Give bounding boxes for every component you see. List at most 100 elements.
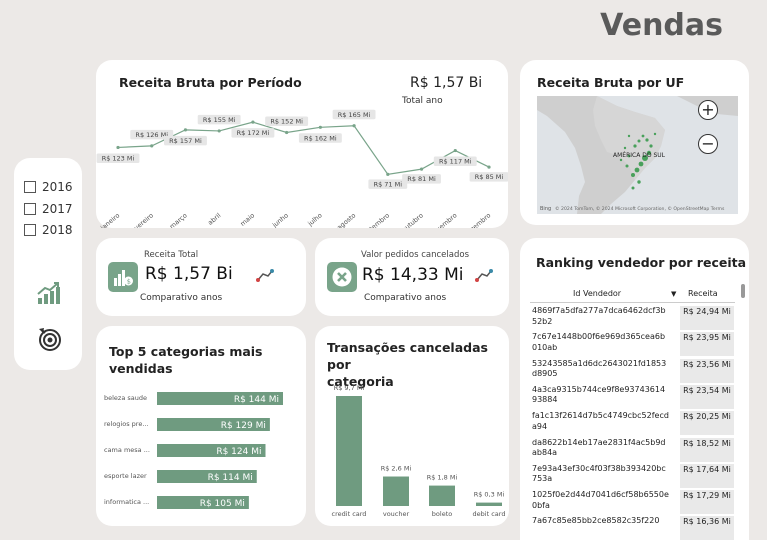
revenue-point-junho	[285, 130, 289, 135]
table-row[interactable]: fa1c13f2614d7b5c4749cbc52fecda94 R$ 20,25…	[530, 409, 735, 436]
table-row[interactable]: 4a3ca9315b744ce9f8e9374361493884 R$ 23,54…	[530, 383, 735, 409]
trend-sparkline-icon	[256, 269, 274, 282]
map-label: AMÉRICA DO SUL	[613, 151, 666, 159]
seller-revenue-cell: R$ 23,54 Mi	[680, 384, 734, 409]
ranking-scrollbar[interactable]	[741, 284, 745, 298]
revenue-point-março	[183, 128, 188, 132]
year-checkbox-2016[interactable]	[24, 181, 36, 193]
revenue-label-text: R$ 85 Mi	[475, 173, 504, 181]
revenue-point-julho	[318, 125, 322, 129]
category-value-label: R$ 144 Mi	[234, 395, 279, 405]
year-label-2018: 2018	[42, 223, 73, 237]
cancel-bar	[476, 502, 502, 506]
year-option-2018[interactable]: 2018	[24, 223, 73, 237]
year-checkbox-2018[interactable]	[24, 224, 36, 236]
revenue-point-fevereiro	[150, 144, 154, 148]
seller-id-cell: 7c67e1448b00f6e969d365cea6b010ab	[532, 332, 666, 352]
seller-id-cell: 7a67c85e85bb2ce8582c35f220	[532, 516, 660, 526]
year-checkbox-2017[interactable]	[24, 203, 36, 215]
map-zoom-out-button[interactable]: −	[698, 134, 718, 154]
cancel-value-label: R$ 2,6 Mi	[381, 465, 412, 473]
category-label: informatica ...	[104, 498, 149, 506]
seller-revenue-cell: R$ 18,52 Mi	[680, 437, 734, 462]
col-header-revenue[interactable]: Receita	[688, 289, 718, 298]
ranking-table-header: Id Vendedor ▼ Receita	[530, 285, 735, 303]
year-option-2016[interactable]: 2016	[24, 180, 73, 194]
table-row[interactable]: 7c67e1448b00f6e969d365cea6b010ab R$ 23,95…	[530, 330, 735, 357]
seller-id-cell: 4869f7a5dfa277a7dca6462dcf3b52b2	[532, 306, 666, 326]
cancel-value-label: R$ 9,7 Mi	[334, 384, 365, 392]
zoom-in-icon: +	[701, 100, 715, 119]
revenue-label-text: R$ 155 Mi	[203, 116, 236, 124]
category-label: beleza saude	[104, 394, 147, 402]
revenue-data-label: R$ 117 Mi	[433, 156, 477, 167]
revenue-point-agosto	[352, 124, 356, 128]
growth-chart-icon[interactable]	[36, 280, 62, 306]
seller-id-cell: fa1c13f2614d7b5c4749cbc52fecda94	[532, 411, 669, 431]
revenue-data-label: R$ 165 Mi	[332, 109, 376, 120]
month-tick-label: setembro	[362, 211, 391, 228]
svg-text:$: $	[127, 278, 131, 286]
cancel-category-label: debit card	[473, 510, 506, 518]
kpi-cancel-sub: Comparativo anos	[364, 293, 447, 303]
map-attribution: © 2024 TomTom, © 2024 Microsoft Corporat…	[555, 207, 725, 212]
revenue-period-card: Receita Bruta por Período R$ 1,57 Bi Tot…	[96, 60, 508, 228]
seller-revenue-cell: R$ 23,95 Mi	[680, 332, 734, 357]
year-option-2017[interactable]: 2017	[24, 202, 73, 216]
month-tick-label: novembro	[428, 211, 458, 228]
month-tick-label: julho	[306, 211, 324, 228]
revenue-data-label: R$ 123 Mi	[96, 153, 140, 163]
revenue-uf-title: Receita Bruta por UF	[537, 75, 685, 90]
revenue-label-text: R$ 126 Mi	[135, 131, 168, 139]
revenue-point-outubro	[419, 167, 424, 171]
table-row[interactable]: 53243585a1d6dc2643021fd1853d8905 R$ 23,56…	[530, 357, 735, 383]
table-row[interactable]: 7e93a43ef30c4f03f38b393420bc753a R$ 17,64…	[530, 462, 735, 488]
table-row[interactable]: 4869f7a5dfa277a7dca6462dcf3b52b2 R$ 24,94…	[530, 304, 735, 330]
cancel-category-label: credit card	[332, 510, 367, 518]
revenue-uf-card: Receita Bruta por UF AMÉRICA DO SUL © 20…	[520, 60, 749, 225]
kpi-revenue-card: Receita Total $ R$ 1,57 Bi Comparativo a…	[96, 238, 306, 316]
category-label: esporte lazer	[104, 472, 147, 480]
kpi-revenue-sub: Comparativo anos	[140, 293, 223, 303]
ranking-title: Ranking vendedor por receita	[536, 255, 747, 270]
revenue-point-abril	[217, 129, 221, 133]
revenue-label-text: R$ 152 Mi	[270, 117, 303, 125]
month-tick-label: janeiro	[98, 211, 121, 228]
revenue-point-janeiro	[116, 145, 120, 150]
revenue-data-label: R$ 71 Mi	[368, 179, 408, 189]
zoom-out-icon: −	[701, 134, 715, 153]
revenue-line-chart: R$ 123 Mi janeiro R$ 126 Mi fevereiro R$ 157…	[96, 109, 508, 228]
category-value-label: R$ 114 Mi	[208, 473, 253, 483]
revenue-data-label: R$ 155 Mi	[197, 114, 241, 125]
table-row[interactable]: 1025f0e2d44d7041d6cf58b6550e0bfa R$ 17,29…	[530, 488, 735, 515]
seller-revenue-cell: R$ 24,94 Mi	[680, 306, 734, 330]
cancel-bar	[336, 396, 362, 506]
sort-desc-icon[interactable]: ▼	[671, 290, 676, 298]
seller-id-cell: 53243585a1d6dc2643021fd1853d8905	[532, 358, 667, 379]
revenue-point-dezembro	[487, 165, 491, 169]
revenue-label-text: R$ 172 Mi	[237, 129, 270, 137]
category-value-label: R$ 105 Mi	[200, 499, 245, 509]
money-bag-icon: $	[108, 262, 138, 292]
month-tick-label: abril	[206, 211, 222, 227]
top5-bar-chart: beleza saude R$ 144 Mi relogios pre... R$ 1…	[104, 392, 283, 509]
top5-categories-card: Top 5 categorias mais vendidas beleza sa…	[96, 326, 306, 526]
seller-revenue-cell: R$ 16,36 Mi	[680, 516, 734, 540]
year-label-2017: 2017	[42, 202, 73, 216]
cancel-category-label: voucher	[383, 510, 410, 518]
target-reset-icon[interactable]	[37, 326, 63, 352]
table-row[interactable]: da8622b14eb17ae2831f4ac5b9dab84a R$ 18,52…	[530, 436, 735, 462]
seller-id-cell: 7e93a43ef30c4f03f38b393420bc753a	[532, 463, 666, 484]
kpi-cancel-value: R$ 14,33 Mi	[362, 265, 464, 285]
kpi-revenue-label: Receita Total	[144, 250, 199, 260]
col-header-id[interactable]: Id Vendedor	[573, 289, 621, 298]
revenue-data-label: R$ 172 Mi	[231, 128, 275, 138]
revenue-data-label: R$ 81 Mi	[402, 174, 441, 184]
seller-revenue-cell: R$ 17,64 Mi	[680, 463, 734, 488]
table-row[interactable]: 7a67c85e85bb2ce8582c35f220 R$ 16,36 Mi	[530, 514, 735, 540]
revenue-label-text: R$ 165 Mi	[338, 111, 371, 119]
bing-logo: Bing	[540, 206, 552, 212]
kpi-cancel-card: Valor pedidos cancelados R$ 14,33 Mi Com…	[315, 238, 509, 316]
map-zoom-in-button[interactable]: +	[698, 100, 718, 120]
kpi-cancel-label: Valor pedidos cancelados	[361, 250, 469, 260]
